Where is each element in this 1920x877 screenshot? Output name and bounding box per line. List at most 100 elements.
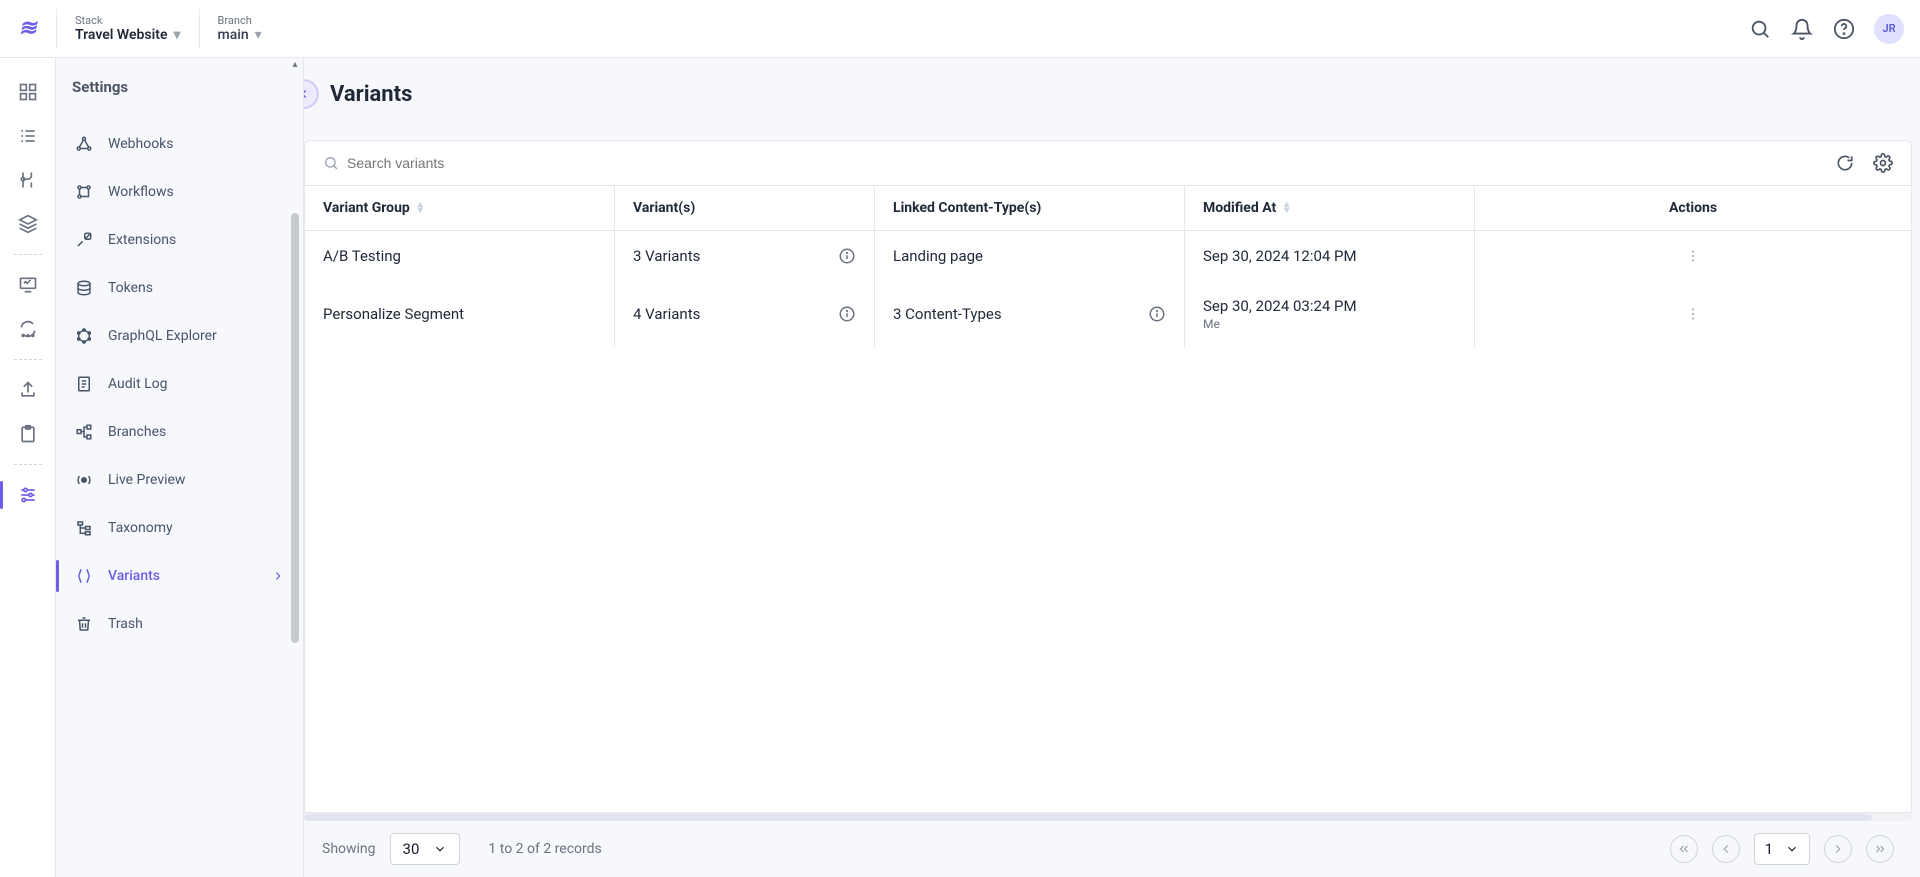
cell-variants: 4 Variants	[615, 281, 875, 347]
main-content: Variants Variant Group▴▾ Variant(s)	[304, 58, 1920, 877]
live-preview-icon	[74, 470, 94, 490]
taxonomy-icon	[74, 518, 94, 538]
sidebar-item-live-preview[interactable]: Live Preview	[56, 456, 303, 504]
info-icon[interactable]	[1148, 305, 1166, 323]
chevron-right-icon	[271, 569, 285, 583]
cell-modified: Sep 30, 2024 03:24 PMMe	[1185, 281, 1475, 347]
rail-monitor[interactable]	[8, 265, 48, 305]
sidebar-scrollbar[interactable]: ▴	[291, 58, 301, 877]
row-actions-button[interactable]	[1685, 306, 1701, 322]
page-size-select[interactable]: 30	[390, 833, 461, 865]
next-page-button[interactable]	[1824, 835, 1852, 863]
help-icon[interactable]	[1832, 17, 1856, 41]
chevron-down-icon	[433, 842, 447, 856]
sidebar-item-variants[interactable]: Variants	[56, 552, 303, 600]
table-settings-button[interactable]	[1873, 153, 1893, 173]
sidebar-item-taxonomy[interactable]: Taxonomy	[56, 504, 303, 552]
sidebar-item-workflows[interactable]: Workflows	[56, 168, 303, 216]
bell-icon[interactable]	[1790, 17, 1814, 41]
rail-settings[interactable]	[8, 475, 48, 515]
branch-value: main	[218, 27, 249, 43]
row-actions-button[interactable]	[1685, 248, 1701, 264]
sidebar-item-tokens[interactable]: Tokens	[56, 264, 303, 312]
first-page-button[interactable]	[1670, 835, 1698, 863]
token-icon	[74, 278, 94, 298]
branch-selector[interactable]: Branch main ▾	[199, 9, 280, 49]
showing-label: Showing	[322, 841, 376, 857]
rail-releases[interactable]	[8, 370, 48, 410]
sidebar-item-label: Webhooks	[108, 136, 174, 152]
col-header-group[interactable]: Variant Group▴▾	[305, 186, 615, 230]
cell-modified: Sep 30, 2024 12:04 PM	[1185, 231, 1475, 281]
nav-rail	[0, 58, 56, 877]
search-variants[interactable]	[323, 155, 1835, 171]
logo-icon: ≋	[18, 16, 38, 41]
settings-sidebar: Settings Webhooks Workflows Extensions T…	[56, 58, 304, 877]
sidebar-title: Settings	[56, 58, 303, 120]
sort-icon: ▴▾	[1284, 202, 1289, 214]
sidebar-item-extensions[interactable]: Extensions	[56, 216, 303, 264]
avatar[interactable]: JR	[1874, 14, 1904, 44]
records-info: 1 to 2 of 2 records	[488, 841, 601, 857]
rail-tasks[interactable]	[8, 414, 48, 454]
cell-variants: 3 Variants	[615, 231, 875, 281]
stack-selector[interactable]: Stack Travel Website ▾	[56, 9, 199, 49]
logo[interactable]: ≋	[0, 16, 56, 41]
chevron-down-icon	[1785, 842, 1799, 856]
horizontal-scrollbar[interactable]	[304, 813, 1912, 821]
scroll-up-icon: ▴	[289, 58, 301, 70]
sidebar-item-webhooks[interactable]: Webhooks	[56, 120, 303, 168]
sidebar-item-label: Live Preview	[108, 472, 185, 488]
sidebar-item-label: Audit Log	[108, 376, 168, 392]
page-title: Variants	[330, 82, 412, 107]
refresh-button[interactable]	[1835, 153, 1855, 173]
sidebar-item-graphql[interactable]: GraphQL Explorer	[56, 312, 303, 360]
sidebar-item-label: Tokens	[108, 280, 153, 296]
rail-content-types[interactable]	[8, 160, 48, 200]
cell-actions	[1475, 231, 1911, 281]
page-number-input[interactable]: 1	[1754, 833, 1810, 865]
col-header-actions: Actions	[1475, 186, 1911, 230]
sidebar-item-label: GraphQL Explorer	[108, 328, 217, 344]
search-input[interactable]	[347, 155, 547, 171]
col-header-variants: Variant(s)	[615, 186, 875, 230]
sidebar-item-branches[interactable]: Branches	[56, 408, 303, 456]
table-body: A/B Testing3 VariantsLanding pageSep 30,…	[305, 231, 1911, 812]
audit-icon	[74, 374, 94, 394]
webhook-icon	[74, 134, 94, 154]
rail-entries[interactable]	[8, 116, 48, 156]
info-icon[interactable]	[838, 247, 856, 265]
sidebar-item-label: Taxonomy	[108, 520, 173, 536]
table-row[interactable]: A/B Testing3 VariantsLanding pageSep 30,…	[305, 231, 1911, 281]
rail-automation[interactable]	[8, 309, 48, 349]
last-page-button[interactable]	[1866, 835, 1894, 863]
rail-dashboard[interactable]	[8, 72, 48, 112]
extension-icon	[74, 230, 94, 250]
sidebar-item-label: Workflows	[108, 184, 174, 200]
col-header-content-types: Linked Content-Type(s)	[875, 186, 1185, 230]
sidebar-item-label: Extensions	[108, 232, 176, 248]
stack-label: Stack	[75, 14, 181, 27]
sidebar-item-label: Branches	[108, 424, 166, 440]
info-icon[interactable]	[838, 305, 856, 323]
variants-icon	[74, 566, 94, 586]
cell-group: A/B Testing	[305, 231, 615, 281]
scrollbar-thumb[interactable]	[304, 814, 1872, 821]
prev-page-button[interactable]	[1712, 835, 1740, 863]
workflow-icon	[74, 182, 94, 202]
chevron-down-icon: ▾	[173, 27, 180, 43]
branches-icon	[74, 422, 94, 442]
table-row[interactable]: Personalize Segment4 Variants3 Content-T…	[305, 281, 1911, 347]
col-header-modified[interactable]: Modified At▴▾	[1185, 186, 1475, 230]
sidebar-item-audit-log[interactable]: Audit Log	[56, 360, 303, 408]
sidebar-item-label: Trash	[108, 616, 143, 632]
chevron-down-icon: ▾	[255, 27, 262, 43]
search-icon[interactable]	[1748, 17, 1772, 41]
cell-group: Personalize Segment	[305, 281, 615, 347]
rail-assets[interactable]	[8, 204, 48, 244]
sidebar-item-label: Variants	[108, 568, 160, 584]
sort-icon: ▴▾	[418, 202, 423, 214]
branch-label: Branch	[218, 14, 262, 27]
sidebar-item-trash[interactable]: Trash	[56, 600, 303, 648]
scrollbar-thumb[interactable]	[291, 213, 299, 643]
